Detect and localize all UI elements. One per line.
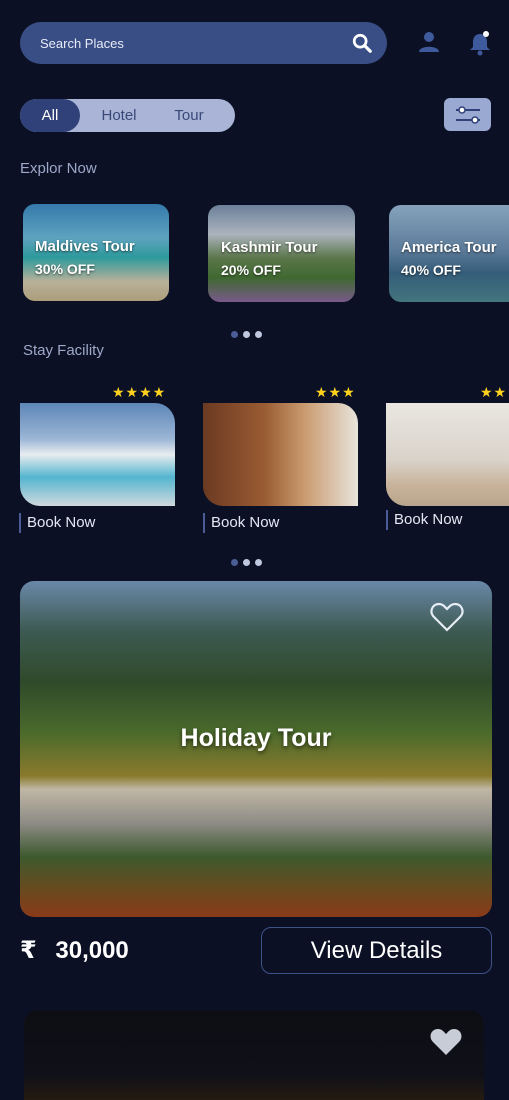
filter-icon — [455, 105, 480, 124]
heart-icon[interactable] — [430, 601, 464, 633]
pagination-dot[interactable] — [231, 331, 238, 338]
book-now-button[interactable]: Book Now — [386, 510, 462, 530]
explore-pagination — [231, 331, 262, 338]
stay-image-living-room[interactable] — [386, 403, 509, 506]
star-rating: ★★ — [480, 384, 508, 400]
stay-image-villa[interactable] — [20, 403, 175, 506]
pagination-dot[interactable] — [255, 559, 262, 566]
search-bar[interactable]: Search Places — [20, 22, 387, 64]
holiday-tour-title: Holiday Tour — [180, 724, 332, 752]
filter-button[interactable] — [444, 98, 491, 131]
book-now-button[interactable]: Book Now — [203, 513, 279, 533]
tab-tour[interactable]: Tour — [158, 107, 220, 124]
category-tabs: All Hotel Tour — [20, 99, 235, 132]
temple-tour-card[interactable] — [24, 1010, 484, 1100]
star-rating: ★★★★ — [112, 384, 167, 400]
tour-card-name: Maldives Tour — [35, 238, 135, 255]
bell-icon[interactable] — [468, 30, 492, 56]
pagination-dot[interactable] — [243, 331, 250, 338]
tour-card-offer: 20% OFF — [221, 262, 281, 278]
tour-card-america[interactable]: America Tour 40% OFF — [389, 205, 509, 302]
book-now-button[interactable]: Book Now — [19, 513, 95, 533]
pagination-dot[interactable] — [255, 331, 262, 338]
explore-section-title: Explor Now — [20, 160, 97, 177]
user-icon[interactable] — [417, 30, 441, 54]
stay-section-title: Stay Facility — [23, 342, 104, 359]
pagination-dot[interactable] — [231, 559, 238, 566]
tour-card-maldives[interactable]: Maldives Tour 30% OFF — [23, 204, 169, 301]
pagination-dot[interactable] — [243, 559, 250, 566]
price-value: 30,000 — [55, 937, 129, 964]
stay-image-room[interactable] — [203, 403, 358, 506]
heart-icon[interactable] — [429, 1026, 463, 1058]
rupee-icon: ₹ — [20, 937, 37, 964]
tour-card-name: America Tour — [401, 239, 497, 256]
tour-card-kashmir[interactable]: Kashmir Tour 20% OFF — [208, 205, 355, 302]
star-rating: ★★★ — [315, 384, 356, 400]
stay-pagination — [231, 559, 262, 566]
tab-hotel[interactable]: Hotel — [80, 107, 158, 124]
tour-card-offer: 40% OFF — [401, 262, 461, 278]
tour-card-offer: 30% OFF — [35, 261, 95, 277]
search-icon[interactable] — [351, 32, 373, 54]
view-details-button[interactable]: View Details — [261, 927, 492, 974]
tour-card-name: Kashmir Tour — [221, 239, 318, 256]
search-input[interactable]: Search Places — [40, 36, 351, 51]
price: ₹ 30,000 — [20, 936, 129, 965]
holiday-tour-card[interactable]: Holiday Tour — [20, 581, 492, 917]
tab-all[interactable]: All — [20, 99, 80, 132]
